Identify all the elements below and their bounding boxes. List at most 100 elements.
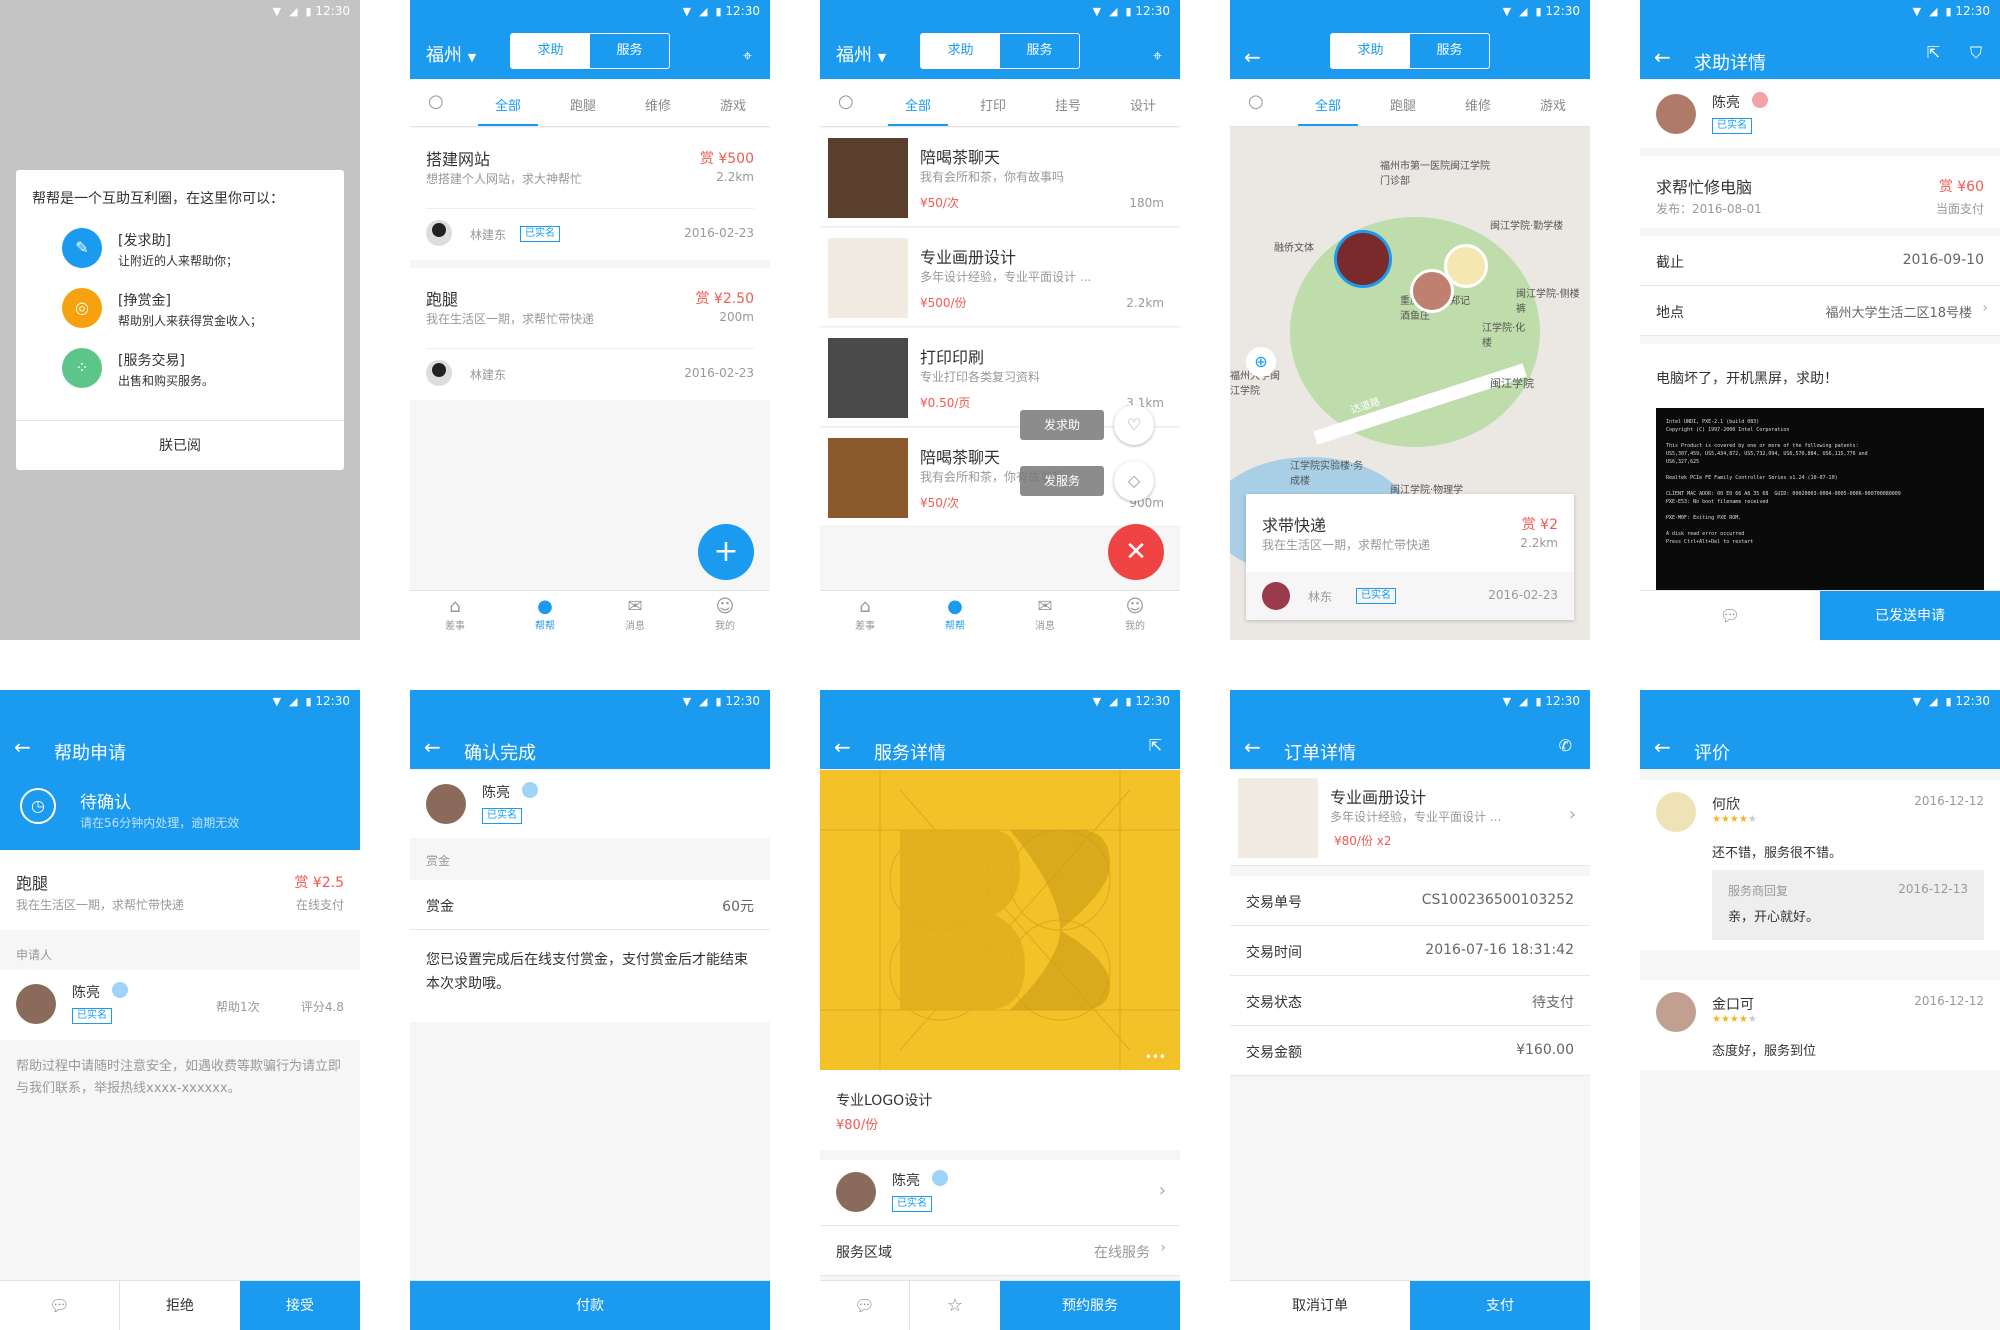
share-icon[interactable]: ⇱ (1927, 43, 1940, 62)
nav-me[interactable]: ☺ 我的 (1090, 591, 1180, 640)
task-card[interactable]: 跑腿 我在生活区一期，求帮忙带快递 赏 ¥2.50 200m 林建东 2016-… (410, 268, 770, 400)
city-selector[interactable]: 福州 ▼ (426, 41, 476, 67)
menu-post-help[interactable]: 发求助 (1020, 410, 1104, 440)
provider-card[interactable]: 陈亮 已实名 › (820, 1160, 1180, 1226)
service-desc: 我有会所和茶，你有故事吗 (920, 170, 1065, 184)
pay-button[interactable]: 支付 (1410, 1281, 1590, 1330)
service-banner[interactable]: ••• (820, 770, 1180, 1070)
map-icon[interactable]: ⌖ (743, 46, 752, 66)
tab-errand[interactable]: 跑腿 (553, 95, 613, 114)
back-arrow-icon[interactable]: ← (424, 735, 441, 759)
location-row[interactable]: 地点 福州大学生活二区18号楼 › (1640, 286, 2000, 336)
map-task-card[interactable]: 求带快递 我在生活区一期，求帮忙带快递 赏 ¥2 2.2km 林东 已实名 20… (1246, 494, 1574, 620)
task-photo[interactable]: Intel UNDI, PXE-2.1 (build 083) Copyrigh… (1656, 408, 1984, 590)
nav-bangbang[interactable]: ● 帮帮 (500, 591, 590, 640)
menu-post-service[interactable]: 发服务 (1020, 466, 1104, 496)
map-label: 融侨文体 (1274, 243, 1314, 254)
nav-messages[interactable]: ✉ 消息 (1000, 591, 1090, 640)
bottom-nav: ⌂ 差事 ● 帮帮 ✉ 消息 ☺ 我的 (410, 590, 770, 640)
service-card[interactable]: 专业画册设计 多年设计经验，专业平面设计 ... ¥500/份 2.2km (820, 228, 1180, 327)
share-icon[interactable]: ⇱ (1149, 736, 1162, 755)
task-info[interactable]: 跑腿 我在生活区一期，求帮忙带快递 赏 ¥2.5 在线支付 (0, 850, 360, 930)
back-arrow-icon[interactable]: ← (1244, 735, 1261, 759)
row-label: 地点 (1656, 305, 1684, 321)
carousel-dots[interactable]: ••• (1145, 1050, 1166, 1064)
accept-button[interactable]: 接受 (240, 1281, 360, 1330)
tab-all[interactable]: 全部 (1298, 95, 1358, 126)
tab-help[interactable]: 求助 (921, 34, 1000, 68)
task-title: 跑腿 (426, 290, 459, 309)
nav-messages[interactable]: ✉ 消息 (590, 591, 680, 640)
nav-tasks[interactable]: ⌂ 差事 (410, 591, 500, 640)
chat-icon[interactable]: 💬︎ (1640, 591, 1820, 640)
back-arrow-icon[interactable]: ← (834, 735, 851, 759)
avatar[interactable] (1656, 792, 1696, 832)
avatar[interactable] (426, 784, 466, 824)
applied-button[interactable]: 已发送申请 (1820, 591, 2000, 640)
back-arrow-icon[interactable]: ← (1654, 45, 1671, 69)
star-icon[interactable]: ☆ (910, 1281, 1000, 1330)
applicant-card[interactable]: 陈亮 已实名 帮助1次 评分4.8 (0, 970, 360, 1040)
reject-button[interactable]: 拒绝 (120, 1281, 240, 1330)
avatar[interactable] (1262, 582, 1290, 610)
avatar[interactable] (1656, 992, 1696, 1032)
order-item[interactable]: 专业画册设计 多年设计经验，专业平面设计 ... ¥80/份 x2 › (1230, 770, 1590, 866)
tab-game[interactable]: 游戏 (703, 95, 763, 114)
service-card[interactable]: 陪喝茶聊天 我有会所和茶，你有故事吗 ¥50/次 180m (820, 128, 1180, 227)
tab-all[interactable]: 全部 (478, 95, 538, 126)
tab-help[interactable]: 求助 (1331, 34, 1410, 68)
back-arrow-icon[interactable]: ← (1654, 735, 1671, 759)
avatar[interactable] (16, 984, 56, 1024)
shield-icon[interactable]: ⛉ (1970, 43, 1982, 63)
nav-bangbang[interactable]: ● 帮帮 (910, 591, 1000, 640)
user-card[interactable]: 陈亮 已实名 (1640, 80, 2000, 148)
pay-button[interactable]: 付款 (410, 1281, 770, 1330)
search-icon[interactable]: ○ (1248, 91, 1264, 112)
map-pin-selected[interactable] (1334, 230, 1392, 288)
screen-help-list: ▼ ◢ ▮ 12:30 福州 ▼ 求助 服务 ⌖ ○ 全部 跑腿 维修 游戏 搭建网站… (410, 0, 770, 640)
chat-icon[interactable]: 💬︎ (820, 1281, 910, 1330)
user-card[interactable]: 陈亮 已实名 (410, 770, 770, 838)
avatar[interactable] (426, 360, 452, 386)
page-title: 服务详情 (874, 743, 946, 764)
tab-game[interactable]: 游戏 (1523, 95, 1583, 114)
nav-tasks[interactable]: ⌂ 差事 (820, 591, 910, 640)
tab-help[interactable]: 求助 (511, 34, 590, 68)
intro-dialog: 帮帮是一个互助互利圈，在这里你可以： ✎ [发求助] 让附近的人来帮助你； ◎ … (16, 170, 344, 470)
tab-service[interactable]: 服务 (1000, 34, 1079, 68)
tab-design[interactable]: 设计 (1113, 95, 1173, 114)
avatar[interactable] (426, 220, 452, 246)
chat-icon[interactable]: 💬︎ (0, 1281, 120, 1330)
search-icon[interactable]: ○ (428, 91, 444, 112)
heart-icon[interactable]: ♡ (1114, 405, 1154, 445)
locate-icon[interactable]: ⊕ (1246, 347, 1276, 377)
add-fab-button[interactable]: + (698, 524, 754, 580)
close-fab-button[interactable]: ✕ (1108, 524, 1164, 580)
tab-repair[interactable]: 维修 (628, 95, 688, 114)
phone-icon[interactable]: ✆ (1559, 736, 1572, 755)
map-icon[interactable]: ⌖ (1153, 46, 1162, 66)
map-pin[interactable] (1410, 269, 1454, 313)
service-area-row[interactable]: 服务区域 在线服务 › (820, 1226, 1180, 1276)
city-selector[interactable]: 福州 ▼ (836, 41, 886, 67)
avatar[interactable] (1656, 94, 1696, 134)
tab-print[interactable]: 打印 (963, 95, 1023, 114)
tab-service[interactable]: 服务 (1410, 34, 1489, 68)
search-icon[interactable]: ○ (838, 91, 854, 112)
back-arrow-icon[interactable]: ← (14, 735, 31, 759)
tab-repair[interactable]: 维修 (1448, 95, 1508, 114)
task-card[interactable]: 搭建网站 想搭建个人网站，求大神帮忙 赏 ¥500 2.2km 林建东 已实名 … (410, 128, 770, 260)
avatar[interactable] (836, 1172, 876, 1212)
tab-all[interactable]: 全部 (888, 95, 948, 126)
diamond-icon[interactable]: ◇ (1114, 461, 1154, 501)
item-desc: 帮助别人来获得赏金收入； (118, 314, 263, 328)
back-arrow-icon[interactable]: ← (1244, 45, 1261, 69)
book-service-button[interactable]: 预约服务 (1000, 1281, 1180, 1330)
tab-register[interactable]: 挂号 (1038, 95, 1098, 114)
cancel-order-button[interactable]: 取消订单 (1230, 1281, 1410, 1330)
tab-errand[interactable]: 跑腿 (1373, 95, 1433, 114)
tab-service[interactable]: 服务 (590, 34, 669, 68)
nav-me[interactable]: ☺ 我的 (680, 591, 770, 640)
row-label: 截止 (1656, 255, 1684, 271)
ok-button[interactable]: 朕已阅 (16, 420, 344, 470)
